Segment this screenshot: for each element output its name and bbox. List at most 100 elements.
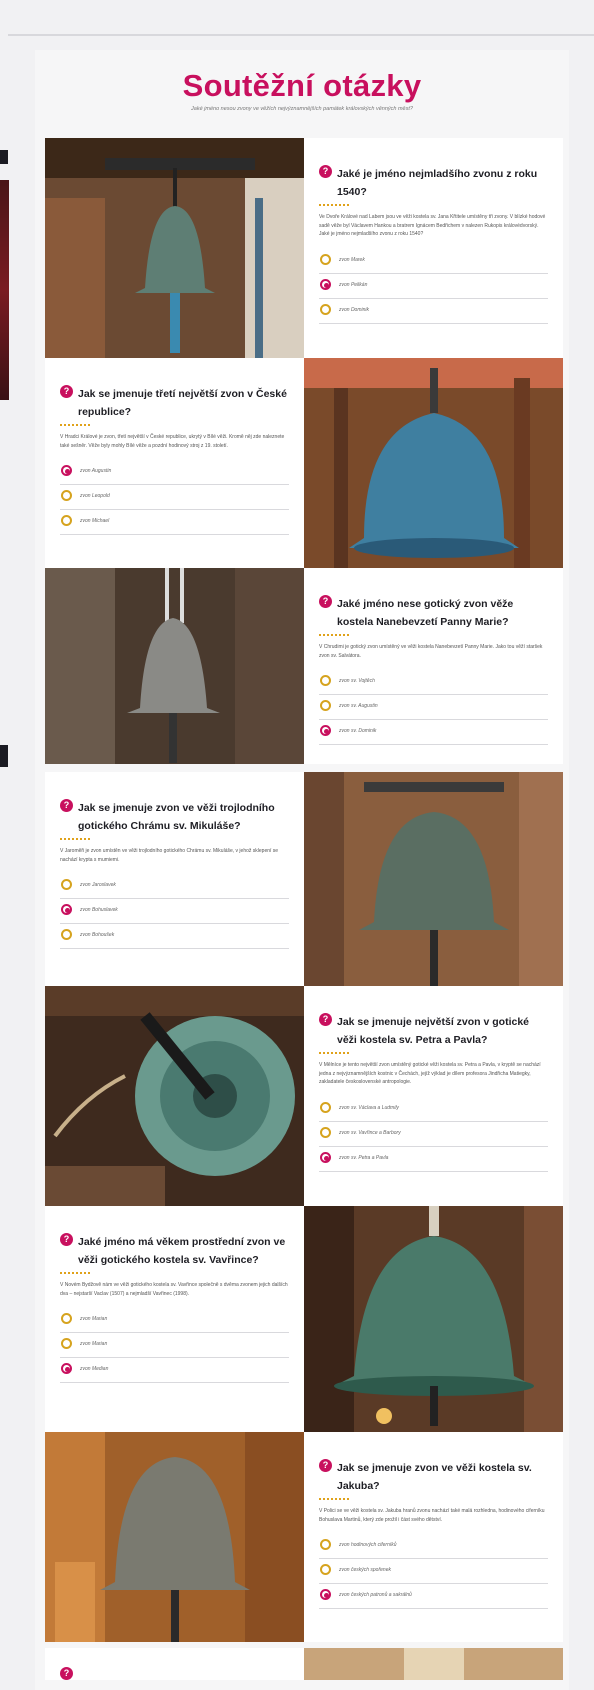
answer-label: zvon sv. Vojtěch (339, 678, 375, 684)
bell-photo-5 (45, 986, 304, 1206)
question-description: Ve Dvoře Králové nad Labem jsou ve věži … (319, 214, 546, 237)
answer-label: zvon Median (80, 1366, 109, 1372)
question-heading: ? Jak se jmenuje zvon ve věži kostela sv… (319, 1458, 548, 1494)
question-text: Jaké jméno nese gotický zvon věže kostel… (337, 598, 514, 628)
answer-label: zvon sv. Dominik (339, 728, 377, 734)
question-heading: ? Jaké jméno má věkem prostřední zvon ve… (60, 1232, 289, 1268)
question-card-3: ? Jaké jméno nese gotický zvon věže kost… (45, 568, 563, 764)
radio-button[interactable] (320, 253, 331, 265)
question-text: Jak se jmenuje třetí největší zvon v Čes… (78, 388, 287, 418)
answer-option[interactable]: zvon Dominik (319, 299, 548, 324)
answer-option[interactable]: zvon sv. Petra a Pavla (319, 1147, 548, 1172)
question-description: V Chrudimi je gotický zvon umístěný ve v… (319, 644, 543, 659)
radio-button[interactable] (320, 675, 331, 686)
edge-shadow-lower (0, 745, 8, 767)
radio-button[interactable] (320, 303, 331, 315)
question-panel-2: ? Jak se jmenuje třetí největší zvon v Č… (45, 358, 304, 568)
answer-option[interactable]: zvon Michael (60, 510, 289, 535)
question-icon: ? (319, 1013, 332, 1026)
answer-option[interactable]: zvon českých patronů a sakrálnů (319, 1584, 548, 1609)
page-subtitle: Jaké jméno nesou zvony ve věžích nejvýzn… (191, 106, 413, 112)
answer-option[interactable]: zvon Bohuslavek (60, 899, 289, 924)
question-card-5: ? Jak se jmenuje největší zvon v gotické… (45, 986, 563, 1206)
answer-option[interactable]: zvon Marian (60, 1333, 289, 1358)
answer-option[interactable]: zvon Pelikán (319, 274, 548, 299)
radio-button[interactable] (320, 1126, 331, 1138)
radio-button[interactable] (61, 490, 72, 501)
question-icon: ? (60, 799, 73, 812)
answer-option[interactable]: zvon Median (60, 1358, 289, 1383)
radio-button[interactable] (61, 929, 72, 940)
answer-option[interactable]: zvon sv. Augustin (319, 695, 548, 720)
answer-option[interactable]: zvon Bohoušek (60, 924, 289, 949)
radio-button[interactable] (320, 1101, 331, 1113)
answer-option[interactable]: zvon sv. Václava a Ludmily (319, 1097, 548, 1122)
answer-label: zvon Marek (339, 256, 365, 263)
radio-button-selected[interactable] (320, 1151, 331, 1163)
radio-button-selected[interactable] (320, 725, 331, 736)
radio-button-selected[interactable] (320, 1589, 331, 1600)
radio-button-selected[interactable] (61, 904, 72, 915)
question-description: V Polici se ve věži kostela sv. Jakuba h… (319, 1508, 545, 1523)
question-card-4: ? Jak se jmenuje zvon ve věži trojlodníh… (45, 772, 563, 986)
radio-button[interactable] (61, 879, 72, 890)
question-heading: ? Jaké je jméno nejmladšího zvonu z roku… (319, 164, 548, 200)
question-description: V Jaroměři je zvon umístěn ve věži trojl… (60, 848, 279, 863)
radio-button-selected[interactable] (320, 278, 331, 290)
question-description: V Hradci Králové je zvon, třetí největší… (60, 434, 285, 449)
question-heading: ? Jak se jmenuje zvon ve věži trojlodníh… (60, 798, 289, 834)
answer-label: zvon Marian (80, 1341, 108, 1347)
question-panel-6: ? Jaké jméno má věkem prostřední zvon ve… (45, 1206, 304, 1432)
question-text: Jak se jmenuje zvon ve věži kostela sv. … (337, 1462, 532, 1492)
radio-button[interactable] (320, 1539, 331, 1550)
top-divider (8, 34, 594, 36)
answer-option[interactable]: zvon sv. Dominik (319, 720, 548, 745)
bell-photo-3 (45, 568, 304, 764)
bell-photo-8 (304, 1648, 563, 1680)
answer-label: zvon Bohoušek (80, 932, 115, 938)
answer-option[interactable]: zvon Leopold (60, 485, 289, 510)
radio-button-selected[interactable] (61, 1363, 72, 1374)
answer-label: zvon hodinových ciferníků (339, 1542, 397, 1548)
radio-button[interactable] (320, 700, 331, 711)
question-panel-3: ? Jaké jméno nese gotický zvon věže kost… (304, 568, 563, 764)
question-heading: ? Jak se jmenuje třetí největší zvon v Č… (60, 384, 289, 420)
answer-option[interactable]: zvon sv. Vojtěch (319, 670, 548, 695)
answer-option[interactable]: zvon českých spořenek (319, 1559, 548, 1584)
question-panel-5: ? Jak se jmenuje největší zvon v gotické… (304, 986, 563, 1206)
question-panel-4: ? Jak se jmenuje zvon ve věži trojlodníh… (45, 772, 304, 986)
bell-photo-7 (45, 1432, 304, 1642)
answer-label: zvon Augustin (80, 468, 112, 474)
question-panel-7: ? Jak se jmenuje zvon ve věži kostela sv… (304, 1432, 563, 1642)
question-icon: ? (60, 1667, 73, 1680)
answer-label: zvon sv. Vavřince a Barbory (339, 1129, 401, 1136)
answer-option[interactable]: zvon hodinových ciferníků (319, 1534, 548, 1559)
radio-button[interactable] (61, 1338, 72, 1349)
page-title: Soutěžní otázky (182, 68, 422, 103)
divider-dots (60, 424, 90, 426)
answer-label: zvon českých spořenek (339, 1567, 391, 1573)
edge-shadow (0, 150, 8, 164)
question-panel-8: ? (45, 1648, 304, 1680)
radio-button-selected[interactable] (61, 465, 72, 476)
bell-photo-2 (304, 358, 563, 568)
answer-option[interactable]: zvon Augustin (60, 460, 289, 485)
question-card-2: ? Jak se jmenuje třetí největší zvon v Č… (45, 358, 563, 568)
question-heading: ? Jak se jmenuje největší zvon v gotické… (319, 1012, 548, 1048)
answer-option[interactable]: zvon Marian (60, 1308, 289, 1333)
question-icon: ? (319, 165, 332, 178)
answer-option[interactable]: zvon Marek (319, 249, 548, 274)
answer-option[interactable]: zvon Jaroslavek (60, 874, 289, 899)
answer-label: zvon Dominik (339, 306, 370, 313)
answer-label: zvon Pelikán (339, 281, 368, 288)
radio-button[interactable] (320, 1564, 331, 1575)
answer-label: zvon Jaroslavek (80, 882, 116, 888)
question-description: V Mělníce je tento největší zvon umístěn… (319, 1062, 541, 1085)
answer-option[interactable]: zvon sv. Vavřince a Barbory (319, 1122, 548, 1147)
divider-dots (319, 634, 349, 636)
bell-photo-1 (45, 138, 304, 358)
radio-button[interactable] (61, 1313, 72, 1324)
divider-dots (60, 838, 90, 840)
edge-decoration (0, 180, 9, 400)
radio-button[interactable] (61, 515, 72, 526)
